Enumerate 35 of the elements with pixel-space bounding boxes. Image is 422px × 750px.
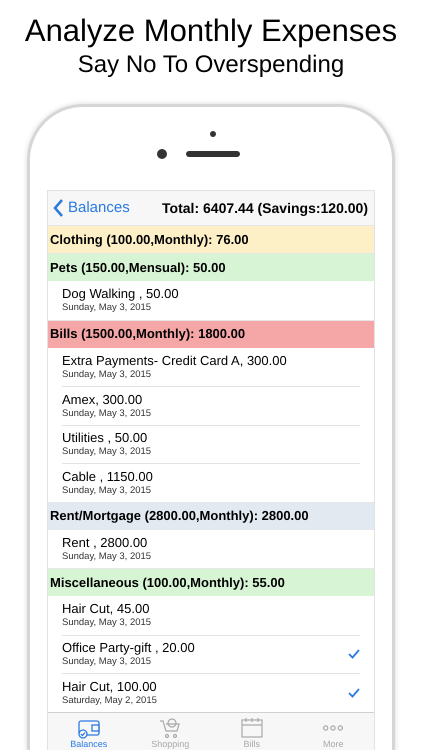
expense-date: Sunday, May 3, 2015 (62, 446, 152, 458)
expense-name: Extra Payments- Credit Card A, 300.00 (62, 352, 288, 369)
expense-date: Sunday, May 3, 2015 (62, 368, 152, 381)
speaker-icon (186, 151, 240, 157)
expense-date: Saturday, May 2, 2015 (62, 694, 158, 707)
camera-icon (157, 149, 167, 159)
expense-name: Cable , 1150.00 (62, 468, 154, 485)
subheadline: Say No To Overspending (78, 50, 344, 80)
expense-date: Sunday, May 3, 2015 (62, 484, 152, 497)
expense-date: Sunday, May 3, 2015 (62, 550, 152, 563)
headline: Analyze Monthly Expenses (24, 12, 398, 50)
sensor-icon (210, 131, 216, 137)
category-header: Miscellaneous (100.00,Monthly): 55.00 (48, 568, 374, 596)
calendar-icon (240, 716, 264, 738)
back-chevron-icon (52, 198, 64, 218)
category-header: Pets (150.00,Mensual): 50.00 (48, 253, 374, 281)
expense-name: Dog Walking , 50.00 (62, 286, 180, 302)
expense-date: Sunday, May 3, 2015 (62, 617, 152, 630)
expense-name: Utilities , 50.00 (62, 430, 148, 446)
more-icon (323, 724, 344, 730)
expense-name: Rent , 2800.00 (62, 534, 148, 551)
expense-name: Office Party-gift , 20.00 (62, 640, 196, 656)
category-header: Rent/Mortgage (2800.00,Monthly): 2800.00 (48, 502, 374, 530)
cart-icon (158, 716, 182, 738)
expense-name: Amex, 300.00 (62, 392, 144, 408)
back-button[interactable]: Balances (52, 196, 130, 220)
expense-date: Sunday, May 3, 2015 (62, 656, 152, 668)
category-header: Bills (1500.00,Monthly): 1800.00 (48, 320, 374, 348)
nav-title: Total: 6407.44 (Savings:120.00) (162, 198, 368, 218)
expense-name: Hair Cut, 45.00 (62, 601, 150, 618)
expense-date: Sunday, May 3, 2015 (62, 408, 152, 420)
tab-item[interactable]: Balances (48, 712, 130, 750)
category-header: Clothing (100.00,Monthly): 76.00 (48, 225, 374, 253)
expense-date: Sunday, May 3, 2015 (62, 302, 152, 314)
expense-name: Hair Cut, 100.00 (62, 678, 158, 695)
